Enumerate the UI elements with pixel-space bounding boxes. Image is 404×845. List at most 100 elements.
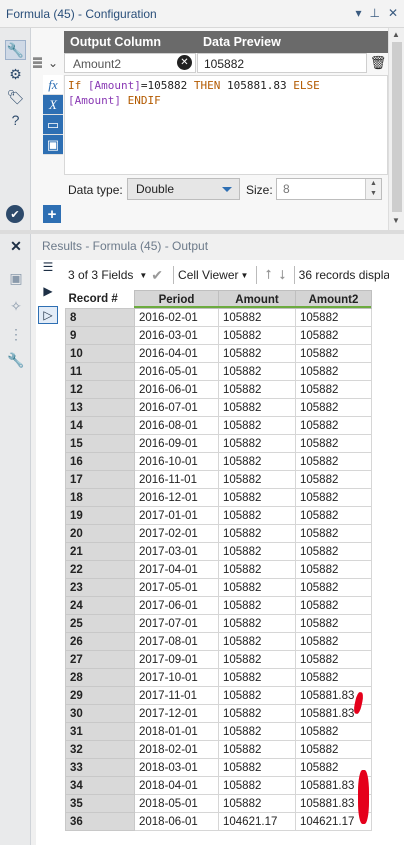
period-cell[interactable]: 2017-10-01 xyxy=(134,668,219,687)
amount2-cell[interactable]: 105882 xyxy=(295,434,372,453)
period-cell[interactable]: 2017-09-01 xyxy=(134,650,219,669)
list-icon[interactable]: ☰ xyxy=(38,258,58,276)
record-cell[interactable]: 13 xyxy=(65,398,135,417)
amount2-cell[interactable]: 105882 xyxy=(295,416,372,435)
amount-cell[interactable]: 105882 xyxy=(218,434,296,453)
amount2-cell[interactable]: 105882 xyxy=(295,380,372,399)
size-spinner[interactable]: ▲ ▼ xyxy=(365,179,381,199)
settings-icon[interactable]: ⚙ xyxy=(5,64,26,84)
record-cell[interactable]: 26 xyxy=(65,632,135,651)
table-row[interactable]: 18 2016-12-01 105882 105882 xyxy=(65,488,372,507)
scroll-thumb[interactable] xyxy=(392,42,402,212)
amount-cell[interactable]: 105882 xyxy=(218,650,296,669)
period-cell[interactable]: 2017-03-01 xyxy=(134,542,219,561)
cell-viewer-dropdown[interactable]: Cell Viewer xyxy=(178,268,238,282)
amount-cell[interactable]: 105882 xyxy=(218,416,296,435)
period-cell[interactable]: 2016-08-01 xyxy=(134,416,219,435)
amount-cell[interactable]: 105882 xyxy=(218,758,296,777)
amount-cell[interactable]: 105882 xyxy=(218,506,296,525)
table-row[interactable]: 27 2017-09-01 105882 105882 xyxy=(65,650,372,669)
record-cell[interactable]: 24 xyxy=(65,596,135,615)
amount2-cell[interactable]: 105882 xyxy=(295,740,372,759)
select-icon[interactable]: ▣ xyxy=(6,268,26,288)
amount-cell[interactable]: 105882 xyxy=(218,452,296,471)
period-cell[interactable]: 2016-03-01 xyxy=(134,326,219,345)
record-cell[interactable]: 36 xyxy=(65,812,135,831)
amount2-cell[interactable]: 105882 xyxy=(295,542,372,561)
table-row[interactable]: 15 2016-09-01 105882 105882 xyxy=(65,434,372,453)
amount2-cell[interactable]: 105882 xyxy=(295,722,372,741)
record-cell[interactable]: 21 xyxy=(65,542,135,561)
amount2-cell[interactable]: 105882 xyxy=(295,326,372,345)
table-row[interactable]: 20 2017-02-01 105882 105882 xyxy=(65,524,372,543)
period-cell[interactable]: 2016-06-01 xyxy=(134,380,219,399)
record-cell[interactable]: 8 xyxy=(65,308,135,327)
amount2-cell[interactable]: 105882 xyxy=(295,650,372,669)
amount-cell[interactable]: 105882 xyxy=(218,578,296,597)
connect-icon[interactable]: ⋮ xyxy=(6,324,26,344)
record-cell[interactable]: 11 xyxy=(65,362,135,381)
period-cell[interactable]: 2018-06-01 xyxy=(134,812,219,831)
arrow-up-icon[interactable]: ⭡ xyxy=(265,267,271,283)
table-row[interactable]: 36 2018-06-01 104621.17 104621.17 xyxy=(65,812,372,831)
record-cell[interactable]: 16 xyxy=(65,452,135,471)
panel-splitter[interactable] xyxy=(0,230,404,234)
period-cell[interactable]: 2017-08-01 xyxy=(134,632,219,651)
amount-cell[interactable]: 105882 xyxy=(218,596,296,615)
amount2-cell[interactable]: 105882 xyxy=(295,578,372,597)
record-cell[interactable]: 19 xyxy=(65,506,135,525)
table-row[interactable]: 16 2016-10-01 105882 105882 xyxy=(65,452,372,471)
expression-editor[interactable]: If [Amount]=105882 THEN 105881.83 ELSE [… xyxy=(64,75,388,175)
period-cell[interactable]: 2017-06-01 xyxy=(134,596,219,615)
fields-dropdown[interactable]: 3 of 3 Fields xyxy=(64,268,137,282)
table-row[interactable]: 8 2016-02-01 105882 105882 xyxy=(65,308,372,327)
record-cell[interactable]: 25 xyxy=(65,614,135,633)
metadata-icon[interactable]: ▶ xyxy=(38,282,58,300)
record-cell[interactable]: 35 xyxy=(65,794,135,813)
clear-field-icon[interactable]: ✕ xyxy=(177,55,192,70)
period-cell[interactable]: 2017-04-01 xyxy=(134,560,219,579)
period-cell[interactable]: 2018-01-01 xyxy=(134,722,219,741)
amount-cell[interactable]: 105882 xyxy=(218,740,296,759)
record-cell[interactable]: 15 xyxy=(65,434,135,453)
save-icon[interactable]: ▣ xyxy=(43,135,63,155)
table-row[interactable]: 23 2017-05-01 105882 105882 xyxy=(65,578,372,597)
pin-icon[interactable]: ⊥ xyxy=(369,6,379,20)
amount-cell[interactable]: 105882 xyxy=(218,398,296,417)
fields-caret-icon[interactable]: ▼ xyxy=(139,271,147,280)
amount-cell[interactable]: 105882 xyxy=(218,614,296,633)
table-row[interactable]: 14 2016-08-01 105882 105882 xyxy=(65,416,372,435)
size-input[interactable]: 8 ▲ ▼ xyxy=(276,178,382,200)
record-cell[interactable]: 33 xyxy=(65,758,135,777)
record-cell[interactable]: 29 xyxy=(65,686,135,705)
record-cell[interactable]: 28 xyxy=(65,668,135,687)
amount-cell[interactable]: 105882 xyxy=(218,326,296,345)
record-cell[interactable]: 22 xyxy=(65,560,135,579)
table-row[interactable]: 10 2016-04-01 105882 105882 xyxy=(65,344,372,363)
config-scrollbar[interactable]: ▲ ▼ xyxy=(388,28,404,230)
period-cell[interactable]: 2017-02-01 xyxy=(134,524,219,543)
table-row[interactable]: 9 2016-03-01 105882 105882 xyxy=(65,326,372,345)
table-row[interactable]: 17 2016-11-01 105882 105882 xyxy=(65,470,372,489)
amount-cell[interactable]: 105882 xyxy=(218,488,296,507)
amount2-cell[interactable]: 105882 xyxy=(295,524,372,543)
record-cell[interactable]: 30 xyxy=(65,704,135,723)
data-type-select[interactable]: Double xyxy=(127,178,240,200)
amount-cell[interactable]: 105882 xyxy=(218,776,296,795)
table-row[interactable]: 28 2017-10-01 105882 105882 xyxy=(65,668,372,687)
period-cell[interactable]: 2017-11-01 xyxy=(134,686,219,705)
period-cell[interactable]: 2018-05-01 xyxy=(134,794,219,813)
table-row[interactable]: 29 2017-11-01 105882 105881.83 xyxy=(65,686,372,705)
amount2-cell[interactable]: 105882 xyxy=(295,470,372,489)
table-row[interactable]: 25 2017-07-01 105882 105882 xyxy=(65,614,372,633)
record-cell[interactable]: 31 xyxy=(65,722,135,741)
tag-icon[interactable]: 🏷 xyxy=(5,87,26,107)
amount2-cell[interactable]: 105882 xyxy=(295,308,372,327)
variable-icon[interactable]: X xyxy=(43,95,63,115)
period-cell[interactable]: 2017-07-01 xyxy=(134,614,219,633)
amount2-cell[interactable]: 105882 xyxy=(295,398,372,417)
record-cell[interactable]: 12 xyxy=(65,380,135,399)
period-cell[interactable]: 2017-01-01 xyxy=(134,506,219,525)
scroll-up-icon[interactable]: ▲ xyxy=(392,30,400,39)
arrow-down-icon[interactable]: ⭣ xyxy=(280,267,286,283)
